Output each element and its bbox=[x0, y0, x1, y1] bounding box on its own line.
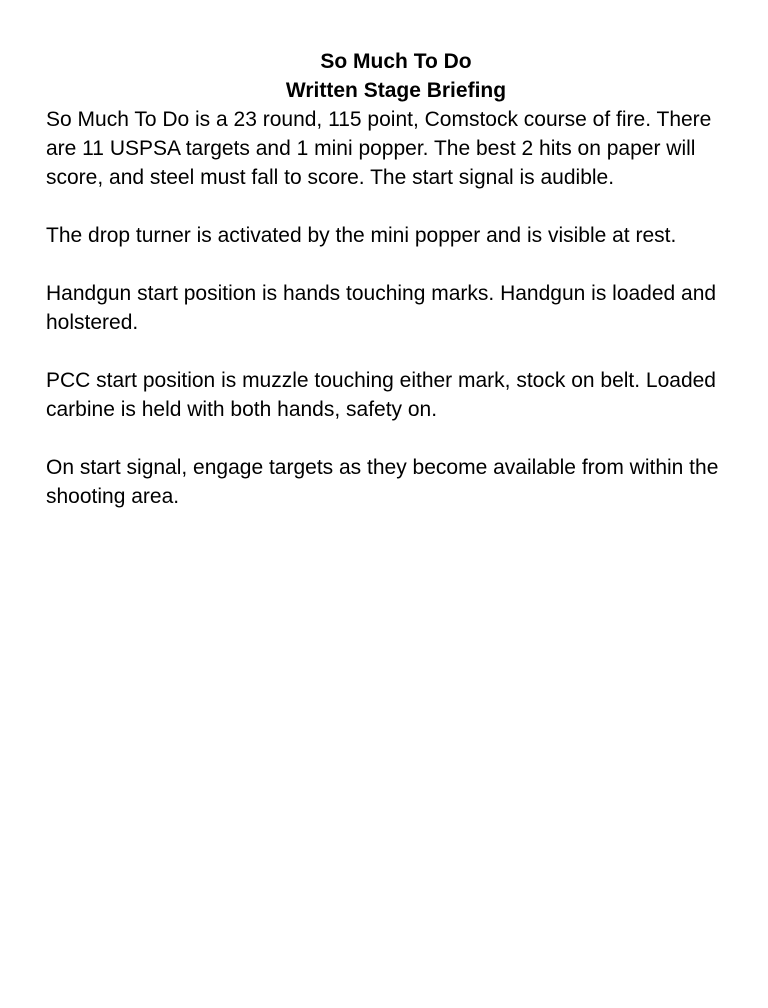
briefing-page: So Much To Do Written Stage Briefing So … bbox=[46, 47, 746, 540]
paragraph-drop-turner: The drop turner is activated by the mini… bbox=[46, 224, 677, 247]
document-subtitle: Written Stage Briefing bbox=[285, 79, 507, 102]
document-title: So Much To Do bbox=[320, 50, 472, 73]
briefing-body: So Much To Do is a 23 round, 115 point, … bbox=[46, 105, 746, 511]
paragraph-pcc-start: PCC start position is muzzle touching ei… bbox=[46, 369, 716, 421]
paragraph-start-signal: On start signal, engage targets as they … bbox=[46, 456, 719, 508]
paragraph-handgun-start: Handgun start position is hands touching… bbox=[46, 282, 717, 334]
paragraph-overview: So Much To Do is a 23 round, 115 point, … bbox=[46, 108, 712, 189]
